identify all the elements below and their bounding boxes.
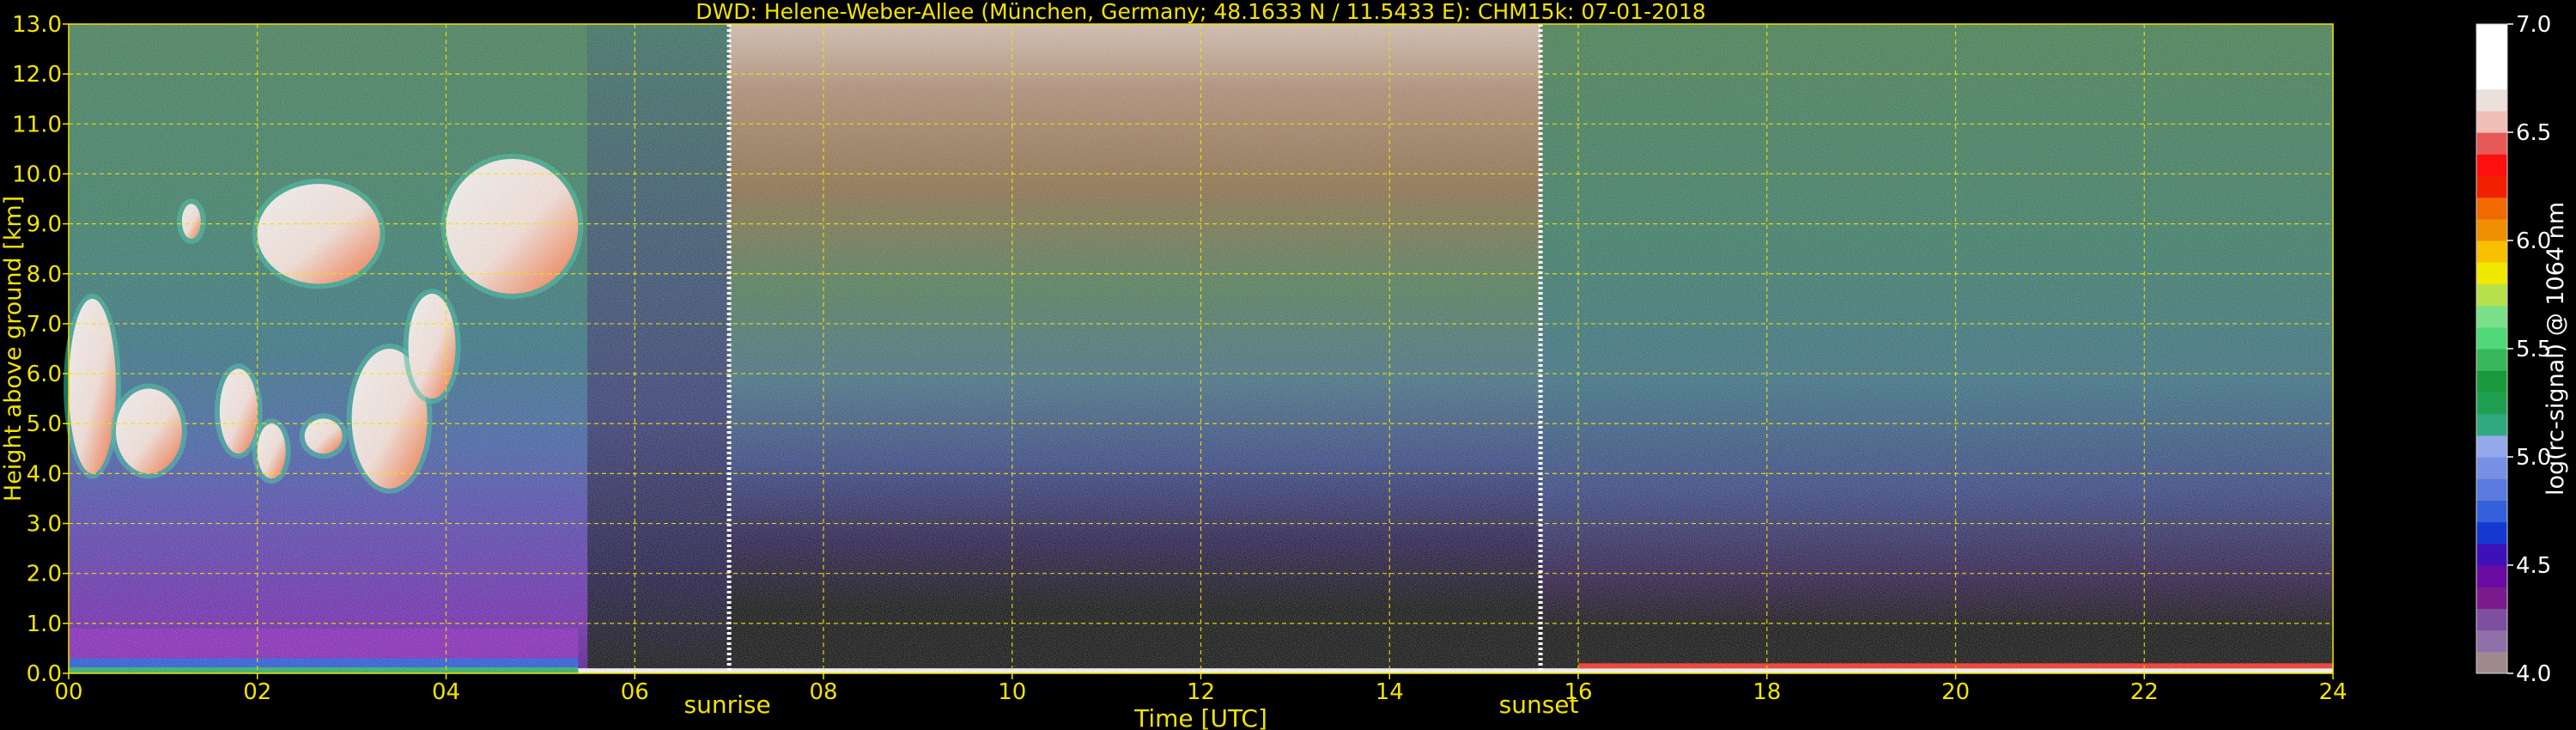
x-axis-ticks: 00 02 04 06 08 10 12 14 16 18 20 22 24: [54, 673, 2348, 705]
y-tick-label: 12.0: [12, 62, 62, 88]
colorbar-band: [2476, 240, 2507, 263]
y-tick-label: 0.0: [27, 661, 62, 687]
colorbar-band: [2476, 457, 2507, 479]
x-tick-label: 12: [1187, 679, 1215, 705]
colorbar-band: [2476, 349, 2507, 371]
x-axis-label: Time [UTC]: [1133, 704, 1267, 730]
y-tick-label: 2.0: [27, 562, 62, 587]
y-tick-label: 11.0: [12, 112, 62, 137]
colorbar-tick-label: 4.5: [2516, 553, 2551, 579]
annotation-label-sunrise: sunrise: [684, 690, 771, 719]
colorbar-band: [2476, 651, 2507, 674]
y-axis-label: Height above ground [km]: [0, 196, 27, 502]
colorbar-band: [2476, 283, 2507, 307]
colorbar-band: [2476, 478, 2507, 501]
colorbar-tick-label: 6.5: [2516, 120, 2551, 146]
colorbar-band: [2476, 262, 2507, 284]
colorbar-band: [2476, 46, 2507, 68]
colorbar-band: [2476, 435, 2507, 458]
colorbar-tick-label: 4.0: [2516, 661, 2551, 687]
y-tick-label: 7.0: [27, 312, 62, 338]
colorbar-band: [2476, 521, 2507, 544]
y-tick-label: 5.0: [27, 411, 62, 437]
x-tick-label: 06: [621, 679, 649, 705]
colorbar-band: [2476, 24, 2507, 46]
x-tick-label: 22: [2130, 679, 2159, 705]
y-tick-label: 1.0: [27, 611, 62, 637]
colorbar-band: [2476, 110, 2507, 133]
y-tick-label: 3.0: [27, 512, 62, 538]
colorbar-band: [2476, 154, 2507, 176]
colorbar-band: [2476, 608, 2507, 631]
colorbar-band: [2476, 218, 2507, 241]
x-tick-label: 10: [998, 679, 1026, 705]
ceilometer-chart: 00 02 04 06 08 10 12 14 16 18 20 22 24 0.01.02.03.04…: [0, 0, 2569, 730]
colorbar-band: [2476, 132, 2507, 155]
colorbar-tick-label: 7.0: [2516, 12, 2551, 38]
colorbar-band: [2476, 392, 2507, 415]
colorbar: [2476, 23, 2508, 674]
colorbar-band: [2476, 326, 2507, 350]
x-tick-label: 04: [432, 679, 460, 705]
colorbar-band: [2476, 565, 2507, 587]
x-tick-label: 24: [2318, 679, 2347, 705]
y-tick-label: 10.0: [12, 161, 62, 187]
annotation-label-sunset: sunset: [1499, 690, 1579, 719]
y-tick-label: 4.0: [27, 461, 62, 487]
x-tick-label: 18: [1753, 679, 1781, 705]
x-tick-label: 08: [809, 679, 837, 705]
colorbar-band: [2476, 630, 2507, 653]
colorbar-band: [2476, 500, 2507, 523]
x-tick-label: 14: [1376, 679, 1404, 705]
y-tick-label: 13.0: [12, 12, 62, 38]
colorbar-band: [2476, 305, 2507, 328]
colorbar-band: [2476, 175, 2507, 198]
y-tick-label: 8.0: [27, 262, 62, 288]
colorbar-band: [2476, 88, 2507, 112]
y-tick-label: 6.0: [27, 362, 62, 387]
colorbar-band: [2476, 587, 2507, 609]
y-tick-label: 9.0: [27, 212, 62, 238]
colorbar-band: [2476, 543, 2507, 566]
colorbar-band: [2476, 413, 2507, 436]
colorbar-label: log(rc-signal) @ 1064 nm: [2543, 202, 2569, 496]
x-tick-label: 02: [243, 679, 271, 705]
colorbar-band: [2476, 197, 2507, 220]
colorbar-band: [2476, 67, 2507, 90]
colorbar-band: [2476, 370, 2507, 392]
chart-title: DWD: Helene-Weber-Allee (München, German…: [696, 0, 1705, 24]
x-tick-label: 20: [1941, 679, 1970, 705]
